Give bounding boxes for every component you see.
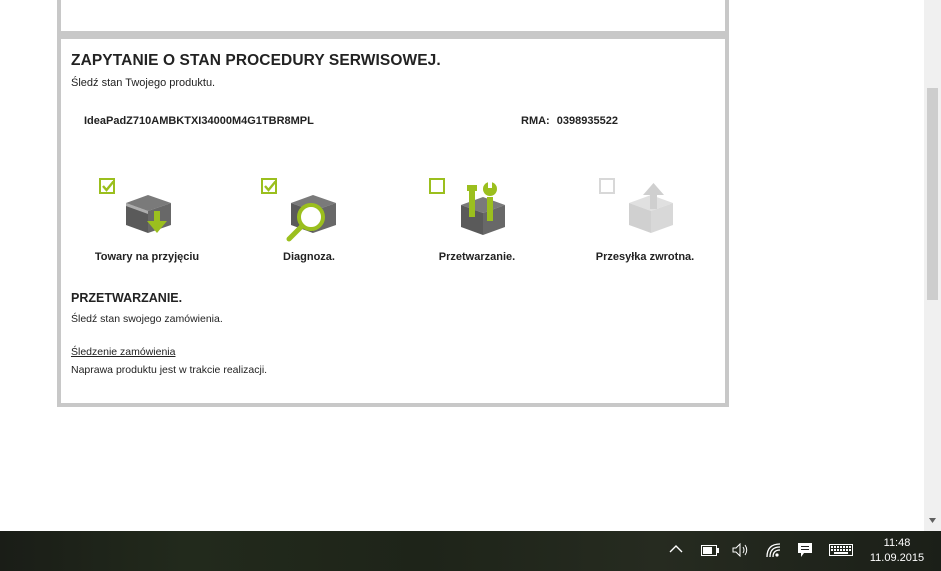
step-received-checkbox [99, 178, 115, 194]
box-tools-icon [461, 180, 505, 235]
page-title: ZAPYTANIE O STAN PROCEDURY SERWISOWEJ. [71, 52, 441, 69]
repair-status-text: Naprawa produktu jest w trakcie realizac… [71, 364, 268, 376]
clock-time: 11:48 [883, 537, 911, 549]
service-status-panel: ZAPYTANIE O STAN PROCEDURY SERWISOWEJ. Ś… [57, 35, 729, 407]
vertical-scrollbar[interactable] [924, 0, 941, 531]
page-subtitle: Śledź stan Twojego produktu. [71, 77, 216, 89]
product-name: IdeaPadZ710AMBKTXI34000M4G1TBR8MPL [84, 115, 314, 127]
step-diagnosis-checkbox [261, 178, 277, 194]
battery-icon[interactable] [701, 545, 719, 556]
box-download-icon [126, 195, 171, 233]
box-magnifier-icon [286, 195, 336, 242]
step-received: Towary na przyjęciu [67, 175, 227, 275]
windows-taskbar: 11:48 11.09.2015 [0, 531, 941, 571]
step-return-shipment: Przesyłka zwrotna. [565, 175, 725, 275]
previous-panel [57, 0, 729, 35]
step-diagnosis-label: Diagnoza. [283, 251, 335, 263]
step-received-label: Towary na przyjęciu [94, 251, 200, 263]
action-center-icon[interactable] [797, 542, 813, 558]
step-processing-label: Przetwarzanie. [438, 251, 516, 263]
step-diagnosis: Diagnoza. [229, 175, 389, 275]
show-hidden-icons-chevron-icon[interactable] [669, 544, 683, 554]
volume-icon[interactable] [732, 543, 750, 557]
check-icon [264, 180, 277, 192]
section-subtitle: Śledź stan swojego zamówienia. [71, 313, 223, 325]
wifi-icon[interactable] [766, 543, 782, 558]
step-processing: Przetwarzanie. [397, 175, 557, 275]
taskbar-clock[interactable]: 11:48 11.09.2015 [866, 536, 928, 566]
scrollbar-thumb[interactable] [927, 88, 938, 300]
section-title: PRZETWARZANIE. [71, 291, 183, 305]
scroll-down-arrow-icon[interactable] [928, 516, 937, 525]
order-tracking-link[interactable]: Śledzenie zamówienia [71, 346, 175, 358]
step-processing-checkbox [429, 178, 445, 194]
rma-value: 0398935522 [556, 115, 618, 127]
clock-date: 11.09.2015 [869, 552, 925, 564]
box-upload-icon [629, 183, 673, 233]
step-return-shipment-checkbox [599, 178, 615, 194]
touch-keyboard-icon[interactable] [829, 544, 853, 556]
check-icon [102, 180, 115, 192]
rma-label: RMA: [521, 115, 550, 127]
step-return-shipment-label: Przesyłka zwrotna. [595, 251, 695, 263]
rma-number: RMA: 0398935522 [521, 115, 618, 127]
